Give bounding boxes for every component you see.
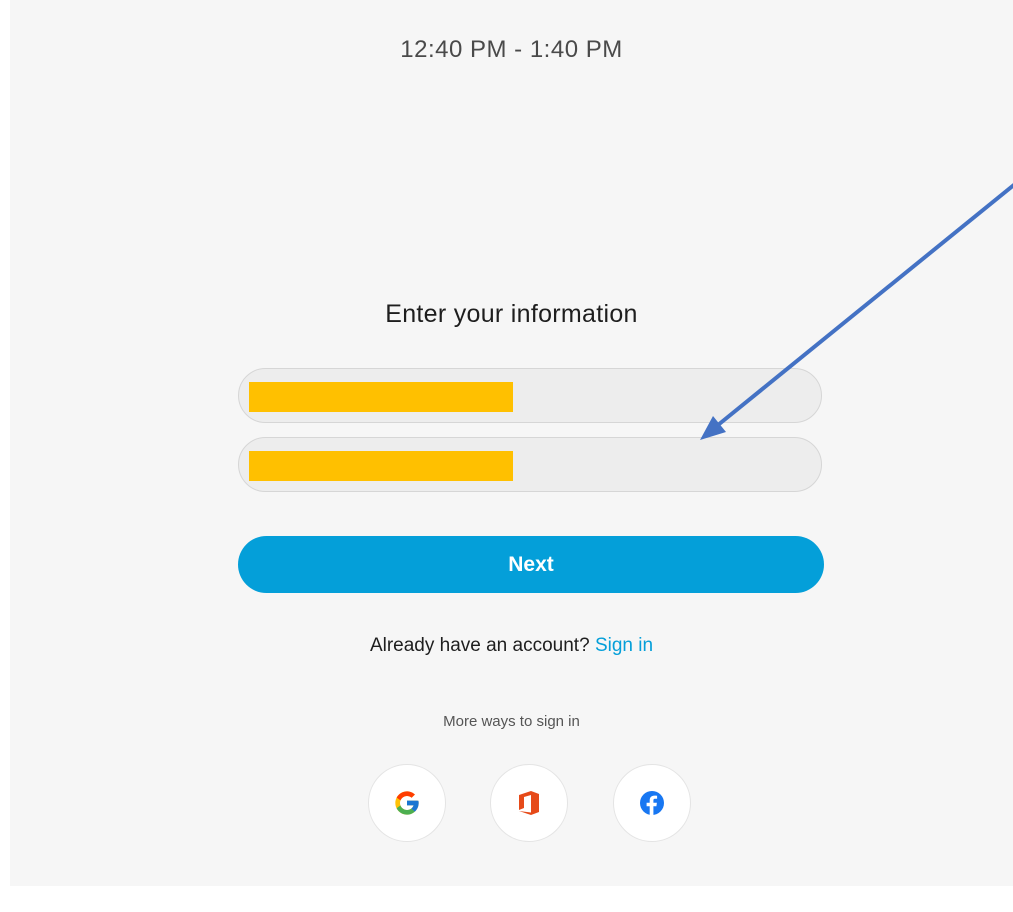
next-button[interactable]: Next xyxy=(238,536,824,593)
google-icon xyxy=(395,791,419,815)
existing-account-prompt: Already have an account? xyxy=(369,635,590,656)
office-signin-button[interactable] xyxy=(490,764,568,842)
existing-account-line: Already have an account? Sign in xyxy=(10,635,1013,657)
info-input-1[interactable] xyxy=(239,369,821,422)
info-field-2[interactable] xyxy=(238,437,822,492)
info-field-1[interactable] xyxy=(238,368,822,423)
google-signin-button[interactable] xyxy=(368,764,446,842)
info-input-2[interactable] xyxy=(239,438,821,491)
form-heading: Enter your information xyxy=(385,300,638,328)
more-ways-label: More ways to sign in xyxy=(443,713,580,730)
office-icon xyxy=(519,791,539,815)
facebook-icon xyxy=(640,791,664,815)
meeting-time-range: 12:40 PM - 1:40 PM xyxy=(400,36,623,63)
facebook-signin-button[interactable] xyxy=(613,764,691,842)
sign-in-link[interactable]: Sign in xyxy=(595,635,653,656)
signup-panel: 12:40 PM - 1:40 PM Enter your informatio… xyxy=(10,0,1013,886)
